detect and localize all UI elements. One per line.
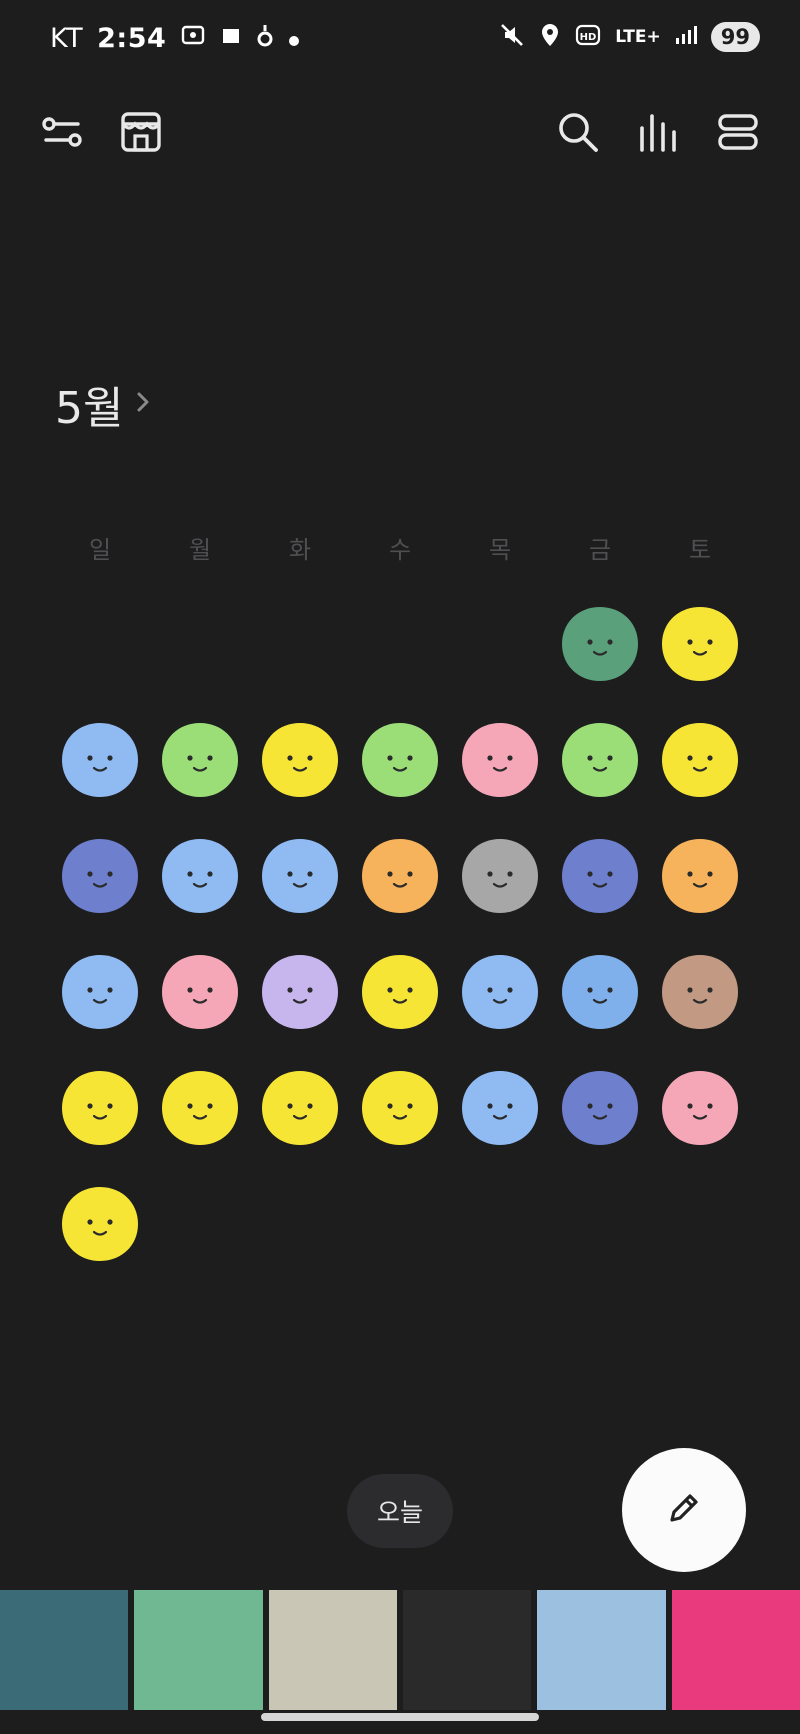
mood-face-icon [462,955,538,1029]
mood-day-8[interactable] [558,718,642,806]
mood-face-icon [562,607,638,681]
mood-face-icon [462,723,538,797]
ad-thumbnail[interactable] [268,1590,397,1710]
mood-day-26[interactable] [258,1066,342,1154]
mood-day-29[interactable] [558,1066,642,1154]
mood-face-icon [662,607,738,681]
mood-face-icon [362,955,438,1029]
mood-face-icon [62,723,138,797]
mood-face-icon [462,1071,538,1145]
pencil-icon [664,1488,704,1532]
mood-calendar-grid [0,0,800,1300]
mood-face-icon [662,1071,738,1145]
mood-day-27[interactable] [358,1066,442,1154]
mood-day-19[interactable] [258,950,342,1038]
mood-face-icon [462,839,538,913]
mood-day-11[interactable] [158,834,242,922]
mood-day-12[interactable] [258,834,342,922]
home-indicator[interactable] [261,1713,539,1721]
ad-thumbnail[interactable] [537,1590,666,1710]
mood-face-icon [162,955,238,1029]
mood-face-icon [62,1071,138,1145]
mood-face-icon [62,1187,138,1261]
mood-day-16[interactable] [658,834,742,922]
mood-face-icon [262,723,338,797]
mood-day-9[interactable] [658,718,742,806]
mood-day-25[interactable] [158,1066,242,1154]
mood-day-4[interactable] [158,718,242,806]
mood-day-14[interactable] [458,834,542,922]
mood-day-31[interactable] [58,1182,142,1270]
mood-day-3[interactable] [58,718,142,806]
mood-day-13[interactable] [358,834,442,922]
mood-face-icon [262,839,338,913]
mood-day-10[interactable] [58,834,142,922]
mood-day-7[interactable] [458,718,542,806]
mood-face-icon [162,839,238,913]
write-entry-button[interactable] [622,1448,746,1572]
mood-day-23[interactable] [658,950,742,1038]
mood-face-icon [362,1071,438,1145]
mood-face-icon [562,723,638,797]
mood-face-icon [162,723,238,797]
ad-thumbnail[interactable] [134,1590,263,1710]
mood-day-30[interactable] [658,1066,742,1154]
mood-face-icon [662,839,738,913]
mood-day-6[interactable] [358,718,442,806]
mood-face-icon [662,723,738,797]
mood-face-icon [562,839,638,913]
mood-day-2[interactable] [658,602,742,690]
mood-face-icon [262,1071,338,1145]
mood-face-icon [562,955,638,1029]
ad-banner[interactable] [0,1590,800,1710]
mood-face-icon [562,1071,638,1145]
mood-face-icon [62,839,138,913]
mood-day-1[interactable] [558,602,642,690]
mood-face-icon [62,955,138,1029]
mood-day-15[interactable] [558,834,642,922]
mood-face-icon [162,1071,238,1145]
mood-day-18[interactable] [158,950,242,1038]
mood-day-28[interactable] [458,1066,542,1154]
ad-thumbnail[interactable] [0,1590,129,1710]
mood-day-24[interactable] [58,1066,142,1154]
mood-day-17[interactable] [58,950,142,1038]
ad-thumbnail[interactable] [402,1590,532,1710]
mood-face-icon [362,723,438,797]
mood-face-icon [262,955,338,1029]
mood-day-21[interactable] [458,950,542,1038]
ad-thumbnail[interactable] [671,1590,800,1710]
mood-day-20[interactable] [358,950,442,1038]
mood-day-5[interactable] [258,718,342,806]
mood-day-22[interactable] [558,950,642,1038]
today-button[interactable]: 오늘 [347,1474,453,1548]
mood-face-icon [662,955,738,1029]
mood-face-icon [362,839,438,913]
